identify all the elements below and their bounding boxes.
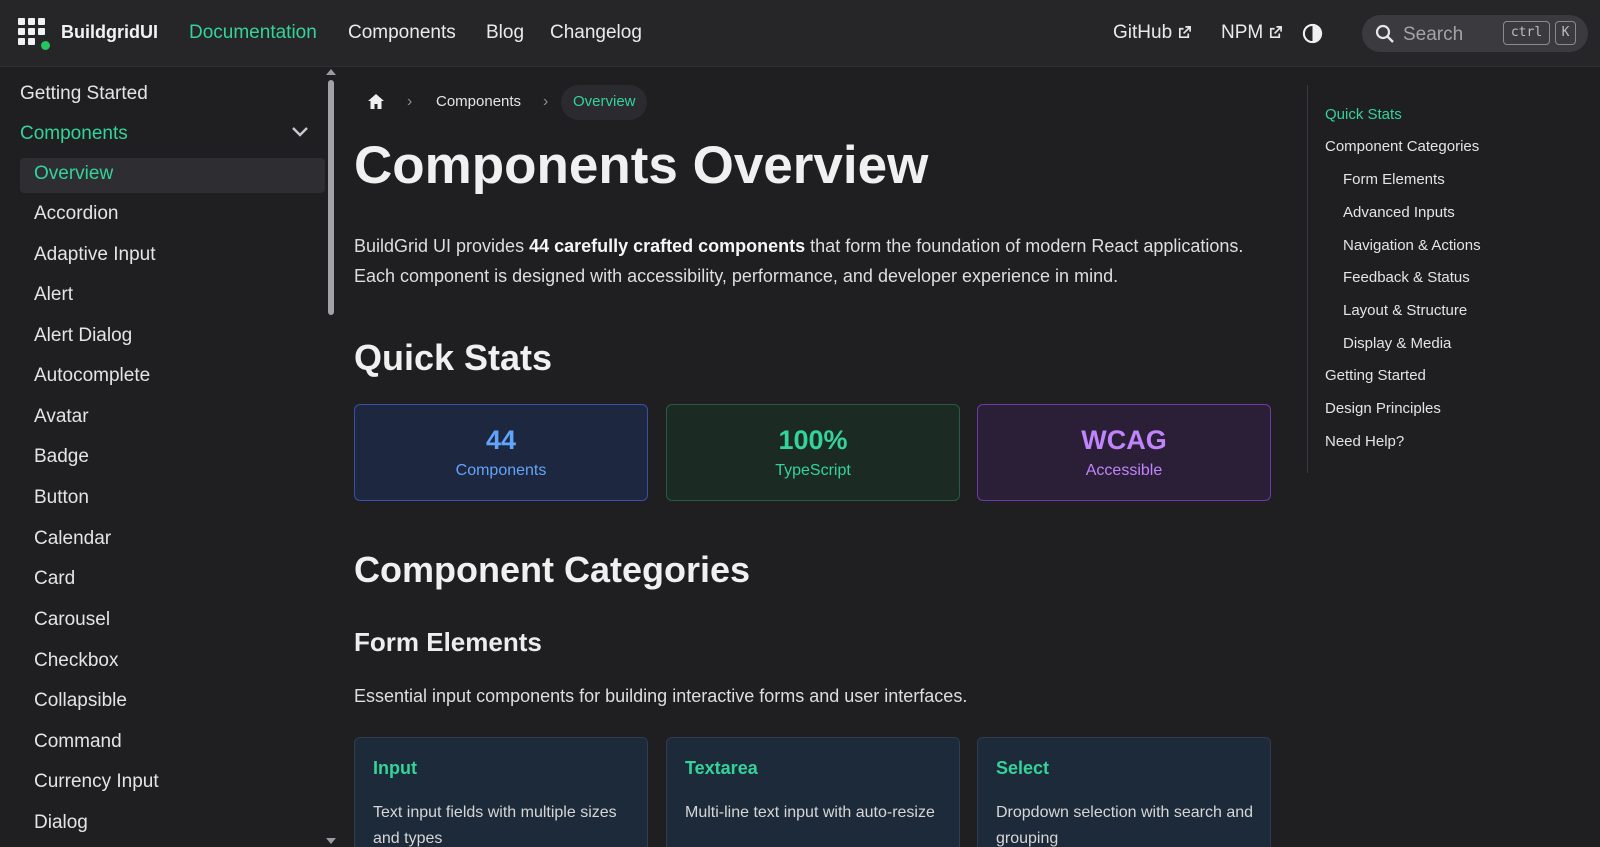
breadcrumb-overview: Overview [573, 93, 636, 110]
brand-name[interactable]: BuildgridUI [61, 22, 158, 43]
chevron-down-icon[interactable] [291, 126, 309, 138]
sidebar-item-accordion[interactable]: Accordion [34, 203, 119, 225]
toc-display-media[interactable]: Display & Media [1343, 335, 1451, 352]
scroll-down-arrow-icon[interactable] [326, 838, 336, 844]
search-placeholder: Search [1403, 24, 1464, 45]
sidebar-scroll-thumb[interactable] [328, 80, 334, 315]
sidebar-item-carousel[interactable]: Carousel [34, 609, 110, 631]
sidebar-item-dialog[interactable]: Dialog [34, 812, 88, 834]
sidebar-item-avatar[interactable]: Avatar [34, 406, 89, 428]
sidebar-item-button[interactable]: Button [34, 487, 89, 509]
stat-card-components: 44 Components [354, 404, 648, 501]
nav-github-link[interactable]: GitHub [1113, 22, 1192, 44]
sidebar-item-getting-started[interactable]: Getting Started [20, 83, 148, 105]
stat-value: 100% [778, 425, 848, 455]
toc-component-categories[interactable]: Component Categories [1325, 138, 1479, 155]
page-title: Components Overview [354, 136, 929, 195]
npm-label: NPM [1221, 22, 1264, 43]
breadcrumb-components[interactable]: Components [436, 93, 521, 110]
sidebar-item-alert-dialog[interactable]: Alert Dialog [34, 325, 132, 347]
intro-text-start: BuildGrid UI provides [354, 236, 530, 256]
sidebar-item-adaptive-input[interactable]: Adaptive Input [34, 244, 155, 266]
toc-quick-stats[interactable]: Quick Stats [1325, 106, 1402, 123]
card-title: Select [996, 758, 1050, 778]
scroll-up-arrow-icon[interactable] [326, 69, 336, 75]
stat-label: Accessible [1085, 462, 1163, 479]
home-icon[interactable] [367, 93, 385, 110]
toc-design-principles[interactable]: Design Principles [1325, 400, 1441, 417]
nav-changelog[interactable]: Changelog [550, 22, 642, 44]
stat-card-accessible: WCAG Accessible [977, 404, 1271, 501]
card-description: Text input fields with multiple sizes an… [373, 804, 617, 847]
breadcrumb-separator-icon: › [543, 93, 549, 110]
nav-npm-link[interactable]: NPM [1221, 22, 1283, 44]
sidebar-item-currency-input[interactable]: Currency Input [34, 771, 159, 793]
form-elements-heading: Form Elements [354, 627, 542, 657]
card-title: Textarea [685, 758, 758, 778]
sidebar-item-checkbox[interactable]: Checkbox [34, 650, 119, 672]
nav-blog[interactable]: Blog [486, 22, 524, 44]
intro-paragraph: BuildGrid UI provides 44 carefully craft… [354, 231, 1274, 291]
github-label: GitHub [1113, 22, 1173, 43]
sidebar-item-overview[interactable]: Overview [34, 163, 113, 185]
sidebar-item-alert[interactable]: Alert [34, 284, 73, 306]
sidebar-item-command[interactable]: Command [34, 731, 122, 753]
toc-navigation-actions[interactable]: Navigation & Actions [1343, 237, 1481, 254]
card-description: Dropdown selection with search and group… [996, 804, 1254, 847]
toc-form-elements[interactable]: Form Elements [1343, 171, 1445, 188]
external-link-icon [1179, 26, 1192, 39]
logo-icon[interactable] [18, 18, 50, 50]
toc-layout-structure[interactable]: Layout & Structure [1343, 302, 1467, 319]
component-card-select[interactable]: Select Dropdown selection with search an… [977, 737, 1271, 847]
top-navbar: BuildgridUI Documentation Components Blo… [0, 0, 1600, 67]
form-elements-description: Essential input components for building … [354, 686, 968, 706]
external-link-icon [1270, 26, 1283, 39]
component-categories-heading: Component Categories [354, 549, 751, 590]
quick-stats-heading: Quick Stats [354, 337, 553, 378]
search-input[interactable]: Search ctrl K [1362, 15, 1588, 52]
breadcrumb-separator-icon: › [407, 93, 413, 110]
sidebar-item-components[interactable]: Components [20, 123, 128, 145]
toc-feedback-status[interactable]: Feedback & Status [1343, 269, 1470, 286]
sidebar-item-calendar[interactable]: Calendar [34, 528, 111, 550]
theme-toggle-icon[interactable] [1302, 23, 1323, 44]
sidebar-item-badge[interactable]: Badge [34, 446, 89, 468]
stat-label: Components [455, 462, 547, 479]
component-card-input[interactable]: Input Text input fields with multiple si… [354, 737, 648, 847]
toc-divider [1307, 85, 1308, 473]
card-title: Input [373, 758, 417, 778]
stat-value: 44 [485, 425, 517, 455]
stat-value: WCAG [1081, 425, 1167, 455]
nav-documentation[interactable]: Documentation [189, 22, 317, 44]
toc-getting-started[interactable]: Getting Started [1325, 367, 1426, 384]
card-description: Multi-line text input with auto-resize [685, 804, 935, 821]
stat-label: TypeScript [775, 462, 851, 479]
sidebar-item-collapsible[interactable]: Collapsible [34, 690, 127, 712]
sidebar: Getting Started Components Overview Acco… [0, 67, 337, 847]
kbd-k: K [1555, 21, 1576, 45]
sidebar-item-autocomplete[interactable]: Autocomplete [34, 365, 150, 387]
intro-text-bold: 44 carefully crafted components [529, 236, 806, 256]
component-card-textarea[interactable]: Textarea Multi-line text input with auto… [666, 737, 960, 847]
search-icon [1375, 24, 1394, 43]
toc-need-help[interactable]: Need Help? [1325, 433, 1404, 450]
stat-card-typescript: 100% TypeScript [666, 404, 960, 501]
toc-advanced-inputs[interactable]: Advanced Inputs [1343, 204, 1455, 221]
sidebar-item-card[interactable]: Card [34, 568, 75, 590]
kbd-ctrl: ctrl [1503, 21, 1550, 45]
nav-components[interactable]: Components [348, 22, 456, 44]
